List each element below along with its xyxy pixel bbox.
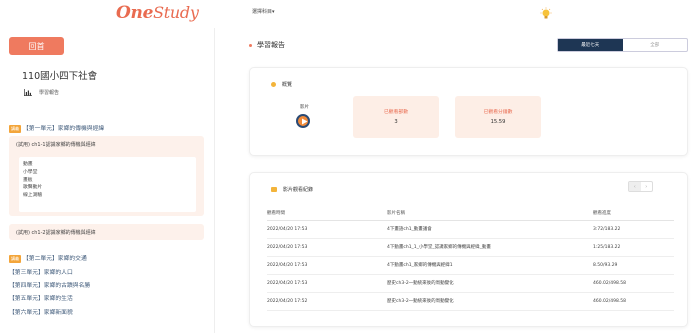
unit-1[interactable]: 講義 【第一單元】家鄉的傳機與經緯: [9, 123, 104, 133]
lesson-1-panel[interactable]: (試用) ch1-1認識家鄉的傳機與經緯 動畫 小學堂 畫板 歌聲動片 線上測驗: [9, 136, 204, 216]
lesson-1-title[interactable]: (試用) ch1-1認識家鄉的傳機與經緯: [16, 141, 96, 148]
cell-progress: 460.02/498.58: [593, 274, 674, 293]
pager: ‹ ›: [628, 181, 653, 192]
history-table: 觀看時間 影片名稱 觀看進度 2022/04/20 17:53 4下畫語ch1_…: [267, 206, 674, 311]
pager-next-button[interactable]: ›: [641, 182, 653, 191]
toggle-last-seven-days[interactable]: 最近七天: [558, 39, 623, 51]
cell-progress: 460.02/498.58: [593, 292, 674, 311]
overview-icon: [271, 82, 276, 87]
cell-progress: 3:72/183.22: [593, 220, 674, 239]
unit-6[interactable]: 【第六單元】家鄉新面貌: [9, 307, 73, 316]
column-header-video: 影片名稱: [387, 206, 593, 221]
column-header-time: 觀看時間: [267, 206, 387, 221]
cell-time: 2022/04/20 17:53: [267, 256, 387, 275]
cell-video[interactable]: 歷史ch3-2一動統來後的周動變化: [387, 274, 593, 293]
bar-chart-icon: [24, 89, 32, 96]
film-icon: [271, 187, 277, 192]
learning-report-label: 學習報告: [39, 90, 60, 96]
page-title-label: 學習報告: [257, 41, 285, 49]
logo-prefix: One: [116, 3, 154, 23]
overview-header: 概覽: [271, 81, 292, 88]
stat-minutes-watched: 已觀看分鐘數 15.59: [455, 96, 541, 138]
history-title: 影片觀看紀錄: [283, 187, 314, 193]
table-row: 2022/04/20 17:53 4下動畫ch1_1_小學堂_認識家鄉的傳機與經…: [267, 238, 674, 257]
video-history-card: 影片觀看紀錄 ‹ › 觀看時間 影片名稱 觀看進度 2022/04/20 17:…: [249, 172, 688, 327]
play-icon[interactable]: [296, 114, 310, 128]
unit-2[interactable]: 講義 【第二單元】家鄉的交通: [9, 253, 87, 263]
cell-video[interactable]: 4下動畫ch1_1_小學堂_認識家鄉的傳機與經緯_動畫: [387, 238, 593, 257]
cell-video[interactable]: 歷史ch3-2一動統來後的周動變化: [387, 292, 593, 311]
unit-tag: 講義: [9, 254, 21, 263]
unit-4[interactable]: 【第四單元】家鄉的古蹟與名勝: [9, 280, 90, 289]
lesson-item-classroom[interactable]: 小學堂: [19, 169, 196, 177]
stat-videos-watched: 已觀看部數 3: [353, 96, 439, 138]
top-bar: OneStudy 選擇科目▾: [0, 0, 700, 28]
lesson-item-online-quiz[interactable]: 線上測驗: [19, 192, 196, 200]
unit-1-label: 【第一單元】家鄉的傳機與經緯: [23, 126, 105, 132]
table-row: 2022/04/20 17:52 歷史ch3-2一動統來後的周動變化 460.0…: [267, 292, 674, 311]
cell-video[interactable]: 4下動畫ch1_家鄉的傳機與經緯1: [387, 256, 593, 275]
lightbulb-icon[interactable]: [539, 7, 553, 21]
back-button[interactable]: 回首: [9, 37, 64, 55]
cell-time: 2022/04/20 17:53: [267, 274, 387, 293]
unit-tag: 講義: [9, 124, 21, 133]
overview-title: 概覽: [282, 82, 293, 88]
pager-prev-button[interactable]: ‹: [629, 182, 641, 191]
lesson-1-items: 動畫 小學堂 畫板 歌聲動片 線上測驗: [19, 157, 196, 212]
course-title: 110國小四下社會: [22, 71, 98, 82]
unit-2-label: 【第二單元】家鄉的交通: [23, 256, 87, 262]
lesson-item-animation[interactable]: 動畫: [19, 161, 196, 169]
history-header: 影片觀看紀錄: [271, 186, 313, 193]
unit-3[interactable]: 【第三單元】家鄉的人口: [9, 267, 73, 276]
table-row: 2022/04/20 17:53 4下動畫ch1_家鄉的傳機與經緯1 8.50/…: [267, 256, 674, 275]
column-header-progress: 觀看進度: [593, 206, 674, 221]
lesson-item-drawing-board[interactable]: 畫板: [19, 177, 196, 185]
page-title: 學習報告: [249, 40, 285, 50]
table-row: 2022/04/20 17:53 4下畫語ch1_動畫議會 3:72/183.2…: [267, 220, 674, 239]
time-range-toggle: 最近七天 全部: [557, 38, 688, 52]
stat-label: 已觀看部數: [384, 110, 408, 115]
learning-report-link[interactable]: 學習報告: [24, 89, 59, 96]
cell-video[interactable]: 4下畫語ch1_動畫議會: [387, 220, 593, 239]
cell-time: 2022/04/20 17:53: [267, 220, 387, 239]
sidebar: 回首 110國小四下社會 學習報告 講義 【第一單元】家鄉的傳機與經緯 (試用) …: [0, 28, 215, 333]
cell-time: 2022/04/20 17:53: [267, 238, 387, 257]
cell-progress: 1:25/183.22: [593, 238, 674, 257]
lesson-item-song-video[interactable]: 歌聲動片: [19, 184, 196, 192]
toggle-all[interactable]: 全部: [623, 39, 688, 51]
lesson-2-title: (試用) ch1-2認識家鄉的傳機與經緯: [16, 230, 96, 236]
stat-label: 已觀看分鐘數: [483, 110, 513, 115]
onestudy-logo[interactable]: OneStudy: [116, 3, 199, 23]
subject-select[interactable]: 選擇科目▾: [252, 8, 275, 15]
video-label: 影片: [300, 105, 309, 110]
unit-5[interactable]: 【第五單元】家鄉的生活: [9, 293, 73, 302]
table-header-row: 觀看時間 影片名稱 觀看進度: [267, 206, 674, 221]
cell-time: 2022/04/20 17:52: [267, 292, 387, 311]
logo-suffix: Study: [153, 3, 199, 22]
lesson-2-panel[interactable]: (試用) ch1-2認識家鄉的傳機與經緯: [9, 224, 204, 240]
table-row: 2022/04/20 17:53 歷史ch3-2一動統來後的周動變化 460.0…: [267, 274, 674, 293]
stat-value: 3: [394, 119, 398, 125]
stat-value: 15.59: [490, 119, 506, 125]
cell-progress: 8.50/93.29: [593, 256, 674, 275]
overview-card: 概覽 影片 已觀看部數 3 已觀看分鐘數 15.59: [249, 67, 688, 156]
title-dot-icon: [249, 43, 252, 47]
